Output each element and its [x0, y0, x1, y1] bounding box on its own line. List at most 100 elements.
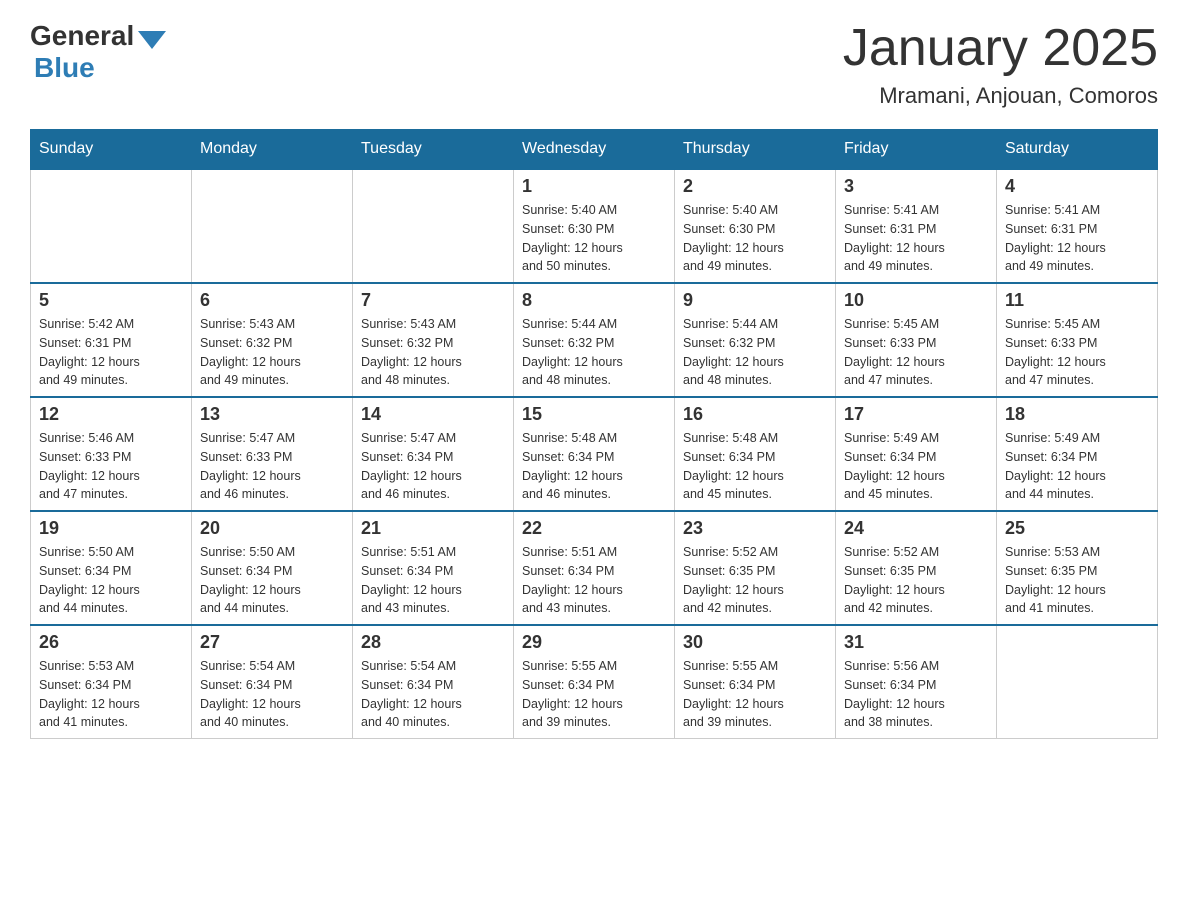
day-number: 26 — [39, 632, 183, 653]
calendar-cell — [31, 169, 192, 283]
day-info: Sunrise: 5:41 AM Sunset: 6:31 PM Dayligh… — [1005, 201, 1149, 276]
day-info: Sunrise: 5:43 AM Sunset: 6:32 PM Dayligh… — [200, 315, 344, 390]
day-info: Sunrise: 5:47 AM Sunset: 6:34 PM Dayligh… — [361, 429, 505, 504]
calendar-cell: 30Sunrise: 5:55 AM Sunset: 6:34 PM Dayli… — [675, 625, 836, 739]
day-info: Sunrise: 5:47 AM Sunset: 6:33 PM Dayligh… — [200, 429, 344, 504]
calendar-cell: 25Sunrise: 5:53 AM Sunset: 6:35 PM Dayli… — [997, 511, 1158, 625]
calendar-week-row: 26Sunrise: 5:53 AM Sunset: 6:34 PM Dayli… — [31, 625, 1158, 739]
logo: General Blue — [30, 20, 166, 84]
calendar-cell: 23Sunrise: 5:52 AM Sunset: 6:35 PM Dayli… — [675, 511, 836, 625]
day-info: Sunrise: 5:55 AM Sunset: 6:34 PM Dayligh… — [522, 657, 666, 732]
day-number: 6 — [200, 290, 344, 311]
main-title: January 2025 — [843, 20, 1158, 77]
day-number: 24 — [844, 518, 988, 539]
day-number: 28 — [361, 632, 505, 653]
calendar-cell: 12 Sunrise: 5:46 AM Sunset: 6:33 PM Dayli… — [31, 397, 192, 511]
day-info: Sunrise: 5:41 AM Sunset: 6:31 PM Dayligh… — [844, 201, 988, 276]
calendar-cell: 2Sunrise: 5:40 AM Sunset: 6:30 PM Daylig… — [675, 169, 836, 283]
day-info: Sunrise: 5:56 AM Sunset: 6:34 PM Dayligh… — [844, 657, 988, 732]
calendar-cell: 22 Sunrise: 5:51 AM Sunset: 6:34 PM Dayli… — [514, 511, 675, 625]
day-number: 15 — [522, 404, 666, 425]
calendar-day-header: Sunday — [31, 130, 192, 170]
calendar-cell: 18 Sunrise: 5:49 AM Sunset: 6:34 PM Dayli… — [997, 397, 1158, 511]
calendar-cell: 3 Sunrise: 5:41 AM Sunset: 6:31 PM Daylig… — [836, 169, 997, 283]
calendar-header-row: SundayMondayTuesdayWednesdayThursdayFrid… — [31, 130, 1158, 170]
calendar-cell: 6 Sunrise: 5:43 AM Sunset: 6:32 PM Daylig… — [192, 283, 353, 397]
calendar-cell: 27Sunrise: 5:54 AM Sunset: 6:34 PM Dayli… — [192, 625, 353, 739]
calendar-cell: 19 Sunrise: 5:50 AM Sunset: 6:34 PM Dayli… — [31, 511, 192, 625]
calendar-week-row: 1 Sunrise: 5:40 AM Sunset: 6:30 PM Daylig… — [31, 169, 1158, 283]
day-number: 12 — [39, 404, 183, 425]
calendar-cell: 28 Sunrise: 5:54 AM Sunset: 6:34 PM Dayli… — [353, 625, 514, 739]
day-info: Sunrise: 5:42 AM Sunset: 6:31 PM Dayligh… — [39, 315, 183, 390]
calendar-day-header: Saturday — [997, 130, 1158, 170]
day-number: 19 — [39, 518, 183, 539]
calendar-cell: 29Sunrise: 5:55 AM Sunset: 6:34 PM Dayli… — [514, 625, 675, 739]
day-number: 9 — [683, 290, 827, 311]
day-info: Sunrise: 5:49 AM Sunset: 6:34 PM Dayligh… — [844, 429, 988, 504]
day-number: 13 — [200, 404, 344, 425]
day-number: 31 — [844, 632, 988, 653]
calendar-cell: 5 Sunrise: 5:42 AM Sunset: 6:31 PM Daylig… — [31, 283, 192, 397]
day-number: 5 — [39, 290, 183, 311]
day-info: Sunrise: 5:51 AM Sunset: 6:34 PM Dayligh… — [522, 543, 666, 618]
day-info: Sunrise: 5:52 AM Sunset: 6:35 PM Dayligh… — [844, 543, 988, 618]
calendar-cell: 10 Sunrise: 5:45 AM Sunset: 6:33 PM Dayli… — [836, 283, 997, 397]
subtitle: Mramani, Anjouan, Comoros — [843, 83, 1158, 109]
day-info: Sunrise: 5:49 AM Sunset: 6:34 PM Dayligh… — [1005, 429, 1149, 504]
calendar-week-row: 12 Sunrise: 5:46 AM Sunset: 6:33 PM Dayli… — [31, 397, 1158, 511]
day-info: Sunrise: 5:50 AM Sunset: 6:34 PM Dayligh… — [39, 543, 183, 618]
day-number: 20 — [200, 518, 344, 539]
calendar-cell: 11 Sunrise: 5:45 AM Sunset: 6:33 PM Dayli… — [997, 283, 1158, 397]
day-info: Sunrise: 5:46 AM Sunset: 6:33 PM Dayligh… — [39, 429, 183, 504]
title-section: January 2025 Mramani, Anjouan, Comoros — [843, 20, 1158, 109]
day-info: Sunrise: 5:48 AM Sunset: 6:34 PM Dayligh… — [683, 429, 827, 504]
calendar-cell: 4Sunrise: 5:41 AM Sunset: 6:31 PM Daylig… — [997, 169, 1158, 283]
day-number: 22 — [522, 518, 666, 539]
day-number: 2 — [683, 176, 827, 197]
day-number: 1 — [522, 176, 666, 197]
calendar-day-header: Monday — [192, 130, 353, 170]
logo-general-text: General — [30, 20, 134, 52]
calendar-cell — [192, 169, 353, 283]
calendar-cell: 1 Sunrise: 5:40 AM Sunset: 6:30 PM Daylig… — [514, 169, 675, 283]
calendar-cell — [353, 169, 514, 283]
calendar-cell — [997, 625, 1158, 739]
calendar-cell: 24 Sunrise: 5:52 AM Sunset: 6:35 PM Dayli… — [836, 511, 997, 625]
calendar-cell: 7Sunrise: 5:43 AM Sunset: 6:32 PM Daylig… — [353, 283, 514, 397]
day-number: 3 — [844, 176, 988, 197]
calendar-cell: 16 Sunrise: 5:48 AM Sunset: 6:34 PM Dayli… — [675, 397, 836, 511]
logo-blue-text: Blue — [34, 52, 95, 84]
calendar-cell: 9 Sunrise: 5:44 AM Sunset: 6:32 PM Daylig… — [675, 283, 836, 397]
day-info: Sunrise: 5:44 AM Sunset: 6:32 PM Dayligh… — [683, 315, 827, 390]
day-number: 16 — [683, 404, 827, 425]
day-info: Sunrise: 5:55 AM Sunset: 6:34 PM Dayligh… — [683, 657, 827, 732]
calendar-day-header: Friday — [836, 130, 997, 170]
calendar-week-row: 19 Sunrise: 5:50 AM Sunset: 6:34 PM Dayli… — [31, 511, 1158, 625]
calendar-cell: 20Sunrise: 5:50 AM Sunset: 6:34 PM Dayli… — [192, 511, 353, 625]
day-number: 18 — [1005, 404, 1149, 425]
calendar-cell: 13 Sunrise: 5:47 AM Sunset: 6:33 PM Dayli… — [192, 397, 353, 511]
day-info: Sunrise: 5:52 AM Sunset: 6:35 PM Dayligh… — [683, 543, 827, 618]
day-number: 21 — [361, 518, 505, 539]
calendar-cell: 15Sunrise: 5:48 AM Sunset: 6:34 PM Dayli… — [514, 397, 675, 511]
day-number: 10 — [844, 290, 988, 311]
calendar-day-header: Thursday — [675, 130, 836, 170]
calendar-cell: 31 Sunrise: 5:56 AM Sunset: 6:34 PM Dayli… — [836, 625, 997, 739]
day-number: 25 — [1005, 518, 1149, 539]
day-info: Sunrise: 5:54 AM Sunset: 6:34 PM Dayligh… — [200, 657, 344, 732]
day-number: 11 — [1005, 290, 1149, 311]
day-info: Sunrise: 5:45 AM Sunset: 6:33 PM Dayligh… — [1005, 315, 1149, 390]
day-info: Sunrise: 5:40 AM Sunset: 6:30 PM Dayligh… — [522, 201, 666, 276]
calendar-day-header: Tuesday — [353, 130, 514, 170]
day-number: 17 — [844, 404, 988, 425]
day-info: Sunrise: 5:54 AM Sunset: 6:34 PM Dayligh… — [361, 657, 505, 732]
calendar-cell: 8Sunrise: 5:44 AM Sunset: 6:32 PM Daylig… — [514, 283, 675, 397]
calendar-cell: 17 Sunrise: 5:49 AM Sunset: 6:34 PM Dayli… — [836, 397, 997, 511]
calendar-cell: 21 Sunrise: 5:51 AM Sunset: 6:34 PM Dayli… — [353, 511, 514, 625]
calendar-day-header: Wednesday — [514, 130, 675, 170]
day-info: Sunrise: 5:51 AM Sunset: 6:34 PM Dayligh… — [361, 543, 505, 618]
day-info: Sunrise: 5:45 AM Sunset: 6:33 PM Dayligh… — [844, 315, 988, 390]
page-header: General Blue January 2025 Mramani, Anjou… — [30, 20, 1158, 109]
logo-arrow-icon — [138, 31, 166, 49]
